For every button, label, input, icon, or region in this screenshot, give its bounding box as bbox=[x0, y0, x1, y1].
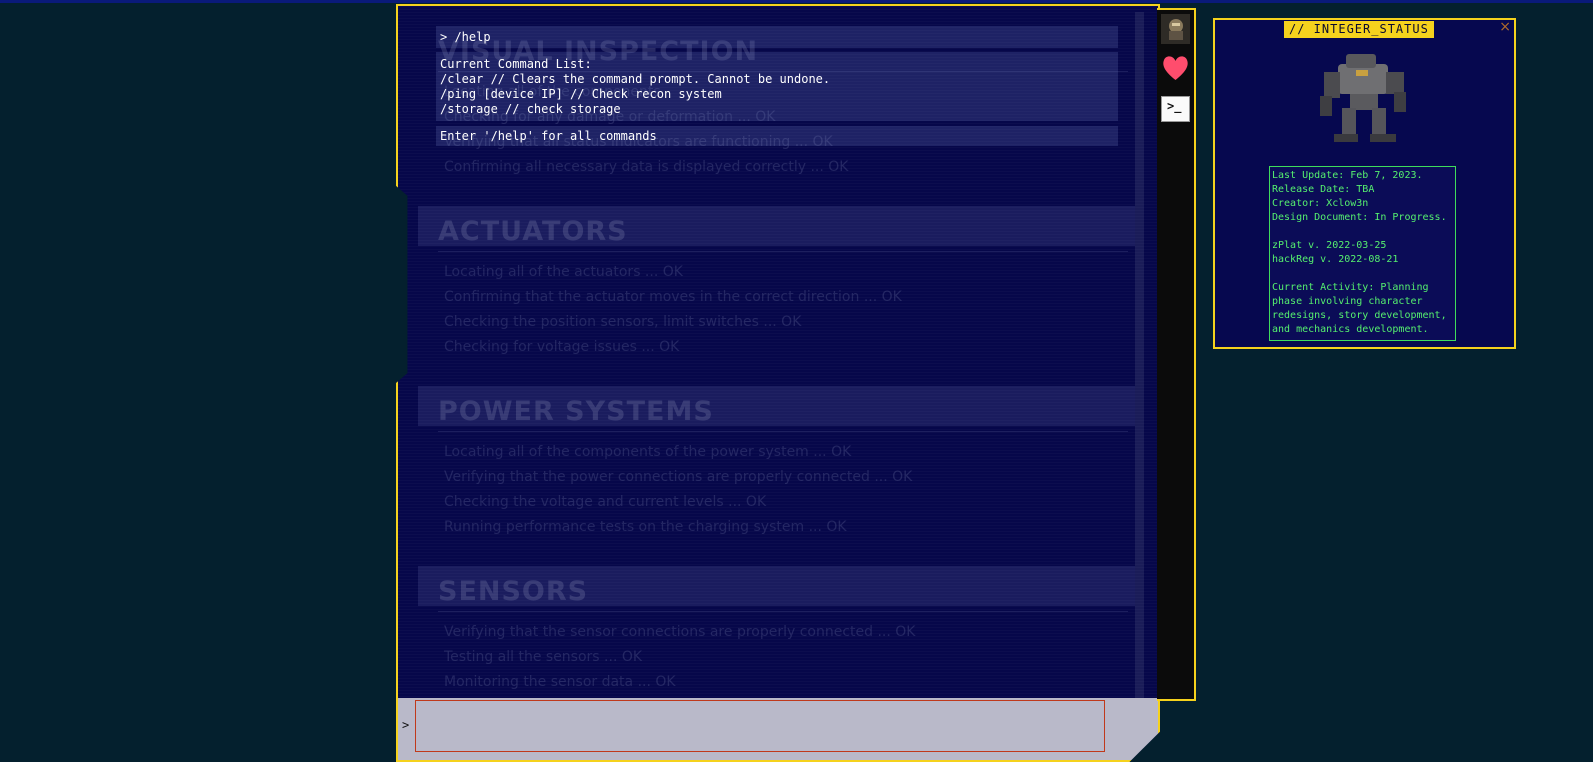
section-title: SENSORS bbox=[438, 576, 1128, 612]
section-sensors: SENSORS Verifying that the sensor connec… bbox=[438, 576, 1128, 695]
help-line: /storage // check storage bbox=[440, 102, 621, 116]
info-line: Release Date: TBA bbox=[1272, 184, 1375, 195]
section-line: Confirming that the actuator moves in th… bbox=[444, 289, 902, 305]
close-icon[interactable]: × bbox=[1499, 20, 1511, 35]
section-line: Verifying that the power connections are… bbox=[444, 469, 913, 485]
status-info-panel: Last Update: Feb 7, 2023. Release Date: … bbox=[1269, 166, 1456, 341]
avatar-icon[interactable] bbox=[1161, 14, 1190, 44]
terminal-icon[interactable]: >_ bbox=[1161, 96, 1190, 122]
info-line: Last Update: Feb 7, 2023. bbox=[1272, 170, 1423, 181]
mech-robot-image bbox=[1316, 50, 1414, 150]
terminal-scrollbar[interactable] bbox=[1135, 12, 1144, 702]
section-line: Monitoring the sensor data ... OK bbox=[444, 674, 676, 690]
section-title: POWER SYSTEMS bbox=[438, 396, 1128, 432]
section-line: Checking the position sensors, limit swi… bbox=[444, 314, 802, 330]
command-input-bar: > bbox=[398, 698, 1158, 760]
section-actuators: ACTUATORS Locating all of the actuators … bbox=[438, 216, 1128, 360]
prompt-symbol: > bbox=[402, 718, 410, 732]
command-output: > /help Current Command List: /clear // … bbox=[436, 26, 1118, 146]
status-window: // INTEGER_STATUS × Last Update: Feb 7, … bbox=[1213, 18, 1516, 349]
command-echo: > /help bbox=[436, 26, 1118, 48]
version-line: hackReg v. 2022-08-21 bbox=[1272, 254, 1399, 265]
help-hint: Enter '/help' for all commands bbox=[436, 126, 1118, 146]
heart-icon[interactable] bbox=[1161, 52, 1190, 84]
section-line: Locating all of the actuators ... OK bbox=[444, 264, 683, 280]
help-line: /clear // Clears the command prompt. Can… bbox=[440, 72, 831, 86]
section-power-systems: POWER SYSTEMS Locating all of the compon… bbox=[438, 396, 1128, 540]
help-line: /ping [device IP] // Check recon system bbox=[440, 87, 722, 101]
help-line: Current Command List: bbox=[440, 57, 592, 71]
terminal-glyph: >_ bbox=[1167, 99, 1182, 113]
status-title[interactable]: // INTEGER_STATUS bbox=[1284, 21, 1434, 38]
info-line: Creator: Xclow3n bbox=[1272, 198, 1369, 209]
activity-line: redesigns, story development, bbox=[1272, 310, 1447, 321]
section-line: Verifying that the sensor connections ar… bbox=[444, 624, 916, 640]
section-line: Checking the voltage and current levels … bbox=[444, 494, 767, 510]
section-line: Running performance tests on the chargin… bbox=[444, 519, 847, 535]
activity-line: and mechanics development. bbox=[1272, 324, 1429, 335]
help-output: Current Command List: /clear // Clears t… bbox=[436, 52, 1118, 121]
section-line: Checking for voltage issues ... OK bbox=[444, 339, 680, 355]
command-input[interactable] bbox=[415, 700, 1105, 752]
top-border bbox=[0, 0, 1593, 3]
activity-line: phase involving character bbox=[1272, 296, 1423, 307]
side-dock: >_ bbox=[1157, 8, 1196, 701]
section-line: Locating all of the components of the po… bbox=[444, 444, 852, 460]
section-title: ACTUATORS bbox=[438, 216, 1128, 252]
info-line: Design Document: In Progress. bbox=[1272, 212, 1447, 223]
section-line: Confirming all necessary data is display… bbox=[444, 159, 849, 175]
section-line: Testing all the sensors ... OK bbox=[444, 649, 643, 665]
version-line: zPlat v. 2022-03-25 bbox=[1272, 240, 1387, 251]
terminal-window: VISUAL INSPECTION Locating all of the co… bbox=[396, 4, 1160, 762]
activity-line: Current Activity: Planning bbox=[1272, 282, 1429, 293]
